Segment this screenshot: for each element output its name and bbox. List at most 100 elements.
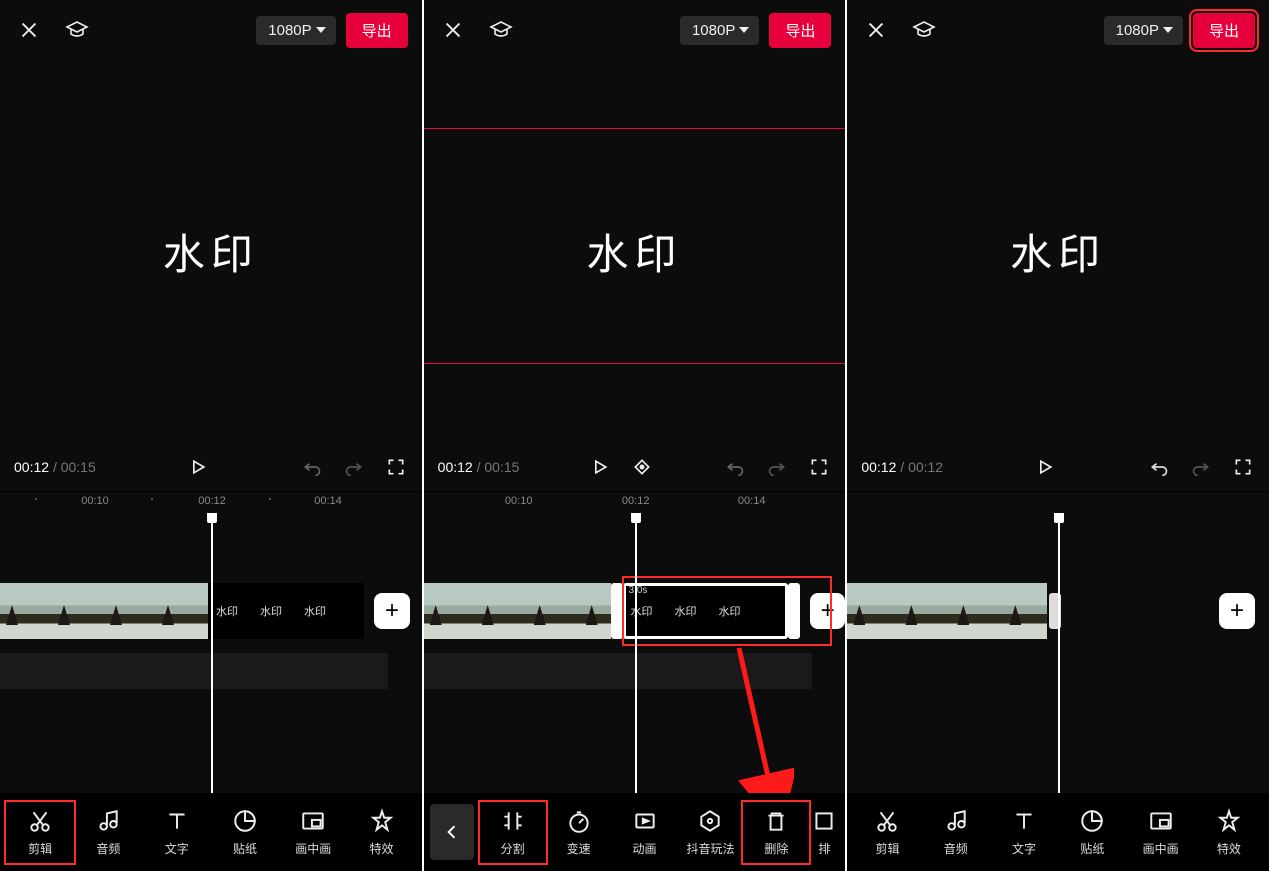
tool-label: 贴纸 <box>233 840 257 857</box>
video-clip[interactable] <box>847 583 1047 639</box>
tool-sticker[interactable]: 贴纸 <box>1058 802 1126 863</box>
ruler-tick: 00:14 <box>314 495 342 507</box>
watermark-text: 水印 <box>587 221 683 282</box>
fullscreen-icon[interactable] <box>384 455 408 479</box>
tool-label: 特效 <box>1217 840 1241 857</box>
play-icon[interactable] <box>588 455 612 479</box>
close-icon[interactable] <box>438 15 468 45</box>
graduation-cap-icon[interactable] <box>486 15 516 45</box>
audio-track-placeholder[interactable] <box>0 653 388 689</box>
tool-speed[interactable]: 变速 <box>546 802 612 863</box>
export-button[interactable]: 导出 <box>346 13 408 48</box>
time-current: 00:12 <box>14 459 49 475</box>
wm-label: 水印 <box>260 603 282 619</box>
resolution-label: 1080P <box>268 22 311 39</box>
bottom-toolbar: 剪辑 音频 文字 贴纸 画中画 特效 <box>847 793 1269 871</box>
tool-delete[interactable]: 删除 <box>743 802 809 863</box>
graduation-cap-icon[interactable] <box>909 15 939 45</box>
play-icon[interactable] <box>1033 455 1057 479</box>
tool-label: 特效 <box>370 840 394 857</box>
undo-icon[interactable] <box>1147 455 1171 479</box>
wm-label: 水印 <box>719 603 741 619</box>
add-clip-button[interactable]: + <box>374 593 410 629</box>
tool-pip[interactable]: 画中画 <box>279 802 347 863</box>
wm-label: 水印 <box>216 603 238 619</box>
video-clip[interactable] <box>424 583 611 639</box>
caret-down-icon <box>739 27 749 33</box>
resolution-button[interactable]: 1080P <box>680 16 759 45</box>
tool-label: 变速 <box>567 840 591 857</box>
timeline[interactable]: + <box>847 513 1269 793</box>
topbar: 1080P 导出 <box>0 0 422 60</box>
tool-sticker[interactable]: 贴纸 <box>211 802 279 863</box>
tool-more[interactable]: 排 <box>809 802 839 863</box>
undo-icon[interactable] <box>300 455 324 479</box>
timeline[interactable]: 3.0s 水印 水印 水印 + <box>424 513 846 793</box>
redo-icon[interactable] <box>1189 455 1213 479</box>
redo-icon[interactable] <box>342 455 366 479</box>
tool-label: 动画 <box>633 840 657 857</box>
resolution-label: 1080P <box>692 22 735 39</box>
close-icon[interactable] <box>14 15 44 45</box>
fullscreen-icon[interactable] <box>1231 455 1255 479</box>
add-clip-button[interactable]: + <box>810 593 845 629</box>
panel-1: 1080P 导出 水印 00:12 / 00:15 00:10 00:12 0 <box>0 0 422 871</box>
time-ruler[interactable]: 00:10 00:12 00:14 <box>0 491 422 513</box>
keyframe-icon[interactable] <box>630 455 654 479</box>
close-icon[interactable] <box>861 15 891 45</box>
timeline[interactable]: 水印 水印 水印 + <box>0 513 422 793</box>
caret-down-icon <box>1163 27 1173 33</box>
tool-label: 剪辑 <box>875 840 899 857</box>
watermark-text: 水印 <box>163 221 259 282</box>
tool-edit[interactable]: 剪辑 <box>6 802 74 863</box>
export-button[interactable]: 导出 <box>1193 13 1255 48</box>
video-preview[interactable]: 水印 <box>424 60 846 443</box>
time-total: 00:12 <box>908 459 943 475</box>
time-ruler[interactable] <box>847 491 1269 513</box>
audio-track-placeholder[interactable] <box>424 653 812 689</box>
video-preview[interactable]: 水印 <box>847 60 1269 443</box>
fullscreen-icon[interactable] <box>807 455 831 479</box>
playhead[interactable] <box>211 513 213 793</box>
video-preview[interactable]: 水印 <box>0 60 422 443</box>
tool-audio[interactable]: 音频 <box>74 802 142 863</box>
tool-label: 画中画 <box>1143 840 1179 857</box>
tool-anim[interactable]: 动画 <box>612 802 678 863</box>
playhead[interactable] <box>1058 513 1060 793</box>
time-ruler[interactable]: 00:10 00:12 00:14 <box>424 491 846 513</box>
tool-audio[interactable]: 音频 <box>922 802 990 863</box>
tool-pip[interactable]: 画中画 <box>1126 802 1194 863</box>
graduation-cap-icon[interactable] <box>62 15 92 45</box>
export-button[interactable]: 导出 <box>769 13 831 48</box>
tool-label: 文字 <box>1012 840 1036 857</box>
video-clip[interactable] <box>0 583 208 639</box>
resolution-button[interactable]: 1080P <box>1104 16 1183 45</box>
resolution-button[interactable]: 1080P <box>256 16 335 45</box>
play-icon[interactable] <box>186 455 210 479</box>
undo-icon[interactable] <box>723 455 747 479</box>
tool-text[interactable]: 文字 <box>143 802 211 863</box>
tool-text[interactable]: 文字 <box>990 802 1058 863</box>
watermark-clip-selected[interactable]: 3.0s 水印 水印 水印 <box>623 583 789 639</box>
tool-label: 排 <box>818 840 830 857</box>
tool-label: 删除 <box>764 840 788 857</box>
tool-fx[interactable]: 特效 <box>347 802 415 863</box>
tool-edit[interactable]: 剪辑 <box>853 802 921 863</box>
bottom-toolbar: 分割 变速 动画 抖音玩法 删除 排 <box>424 793 846 871</box>
redo-icon[interactable] <box>765 455 789 479</box>
back-button[interactable] <box>430 804 474 860</box>
playhead[interactable] <box>635 513 637 793</box>
tool-douyin[interactable]: 抖音玩法 <box>677 802 743 863</box>
watermark-clip[interactable]: 水印 水印 水印 <box>208 583 364 639</box>
add-clip-button[interactable]: + <box>1219 593 1255 629</box>
tool-fx[interactable]: 特效 <box>1195 802 1263 863</box>
ruler-tick: 00:14 <box>738 495 766 507</box>
tool-split[interactable]: 分割 <box>480 802 546 863</box>
clip-handle-right[interactable] <box>788 583 800 639</box>
ruler-tick: 00:12 <box>198 495 226 507</box>
clip-handle-left[interactable] <box>611 583 623 639</box>
ruler-tick: 00:10 <box>505 495 533 507</box>
watermark-text: 水印 <box>1010 221 1106 282</box>
tool-label: 文字 <box>165 840 189 857</box>
wm-label: 水印 <box>675 603 697 619</box>
